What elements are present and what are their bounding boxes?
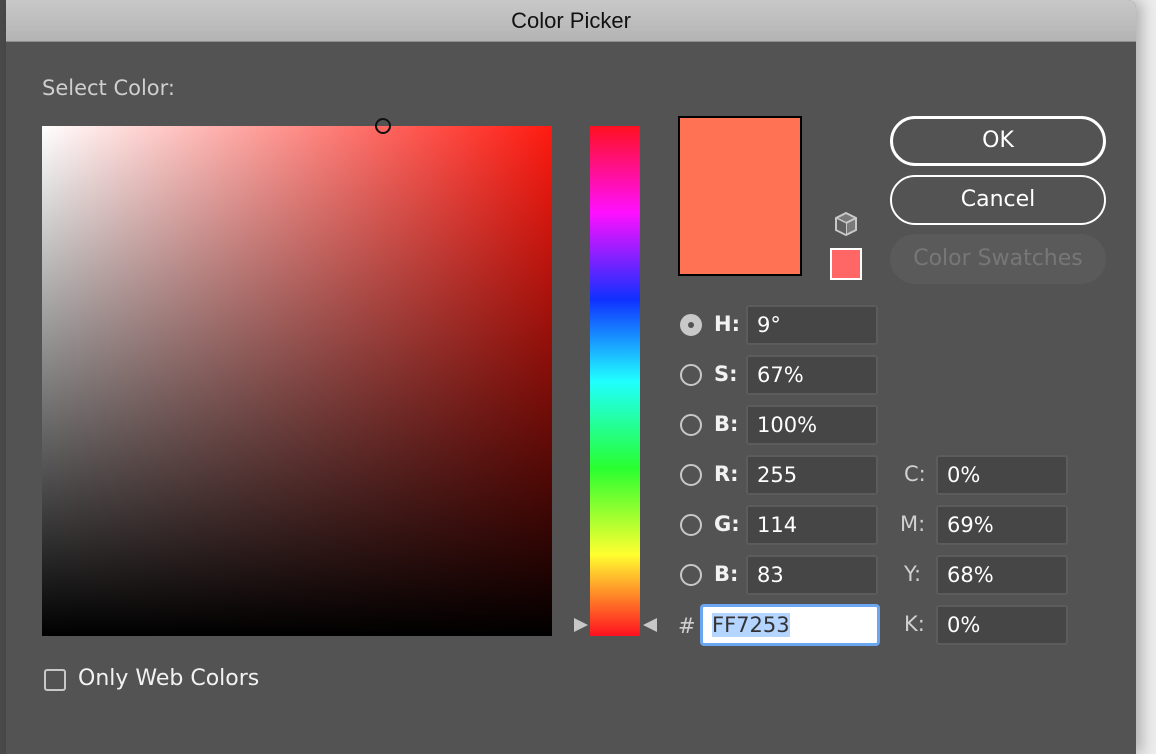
hue-slider-right-handle[interactable] bbox=[643, 618, 657, 632]
saturation-input[interactable]: 67% bbox=[746, 355, 878, 395]
green-row: G: 114 bbox=[680, 505, 890, 545]
hue-input[interactable]: 9° bbox=[746, 305, 878, 345]
ok-button[interactable]: OK bbox=[890, 116, 1106, 166]
color-picker-dialog: Color Picker Select Color: OK Cancel Col… bbox=[6, 0, 1136, 754]
black-input[interactable]: 0% bbox=[936, 605, 1068, 645]
cyan-label: C: bbox=[904, 462, 926, 486]
cyan-input[interactable]: 0% bbox=[936, 455, 1068, 495]
hex-input[interactable]: FF7253 bbox=[700, 604, 880, 646]
saturation-brightness-field[interactable] bbox=[42, 118, 552, 636]
black-label: K: bbox=[904, 612, 925, 636]
red-label: R: bbox=[714, 462, 739, 486]
web-safe-color-swatch[interactable] bbox=[830, 248, 862, 280]
cyan-row: C: 0% bbox=[902, 455, 1072, 495]
magenta-input[interactable]: 69% bbox=[936, 505, 1068, 545]
yellow-row: Y: 68% bbox=[902, 555, 1072, 595]
color-marker[interactable] bbox=[375, 118, 391, 134]
hue-slider[interactable] bbox=[590, 126, 640, 636]
green-label: G: bbox=[714, 512, 740, 536]
only-web-colors-checkbox[interactable] bbox=[44, 669, 66, 691]
blue-radio[interactable] bbox=[680, 564, 702, 586]
blue-input[interactable]: 83 bbox=[746, 555, 878, 595]
red-radio[interactable] bbox=[680, 464, 702, 486]
only-web-colors-label[interactable]: Only Web Colors bbox=[78, 666, 259, 691]
blue-label: B: bbox=[714, 562, 739, 586]
brightness-radio[interactable] bbox=[680, 414, 702, 436]
select-color-label: Select Color: bbox=[42, 76, 175, 100]
hex-value-selected: FF7253 bbox=[712, 613, 790, 637]
black-row: K: 0% bbox=[902, 605, 1072, 645]
saturation-row: S: 67% bbox=[680, 355, 890, 395]
current-color-preview bbox=[678, 116, 802, 276]
hue-radio[interactable] bbox=[680, 314, 702, 336]
magenta-row: M: 69% bbox=[900, 505, 1072, 545]
red-row: R: 255 bbox=[680, 455, 890, 495]
hue-row: H: 9° bbox=[680, 305, 890, 345]
color-swatches-button[interactable]: Color Swatches bbox=[890, 234, 1106, 284]
green-radio[interactable] bbox=[680, 514, 702, 536]
hue-slider-left-handle[interactable] bbox=[574, 618, 588, 632]
dialog-title: Color Picker bbox=[6, 0, 1136, 42]
hue-label: H: bbox=[714, 312, 740, 336]
green-input[interactable]: 114 bbox=[746, 505, 878, 545]
saturation-label: S: bbox=[714, 362, 738, 386]
blue-row: B: 83 bbox=[680, 555, 890, 595]
magenta-label: M: bbox=[900, 512, 926, 536]
red-input[interactable]: 255 bbox=[746, 455, 878, 495]
brightness-input[interactable]: 100% bbox=[746, 405, 878, 445]
yellow-input[interactable]: 68% bbox=[936, 555, 1068, 595]
brightness-row: B: 100% bbox=[680, 405, 890, 445]
brightness-label: B: bbox=[714, 412, 739, 436]
cancel-button[interactable]: Cancel bbox=[890, 175, 1106, 225]
yellow-label: Y: bbox=[904, 562, 922, 586]
cube-icon[interactable] bbox=[834, 211, 858, 237]
hex-prefix: # bbox=[678, 614, 696, 638]
saturation-radio[interactable] bbox=[680, 364, 702, 386]
